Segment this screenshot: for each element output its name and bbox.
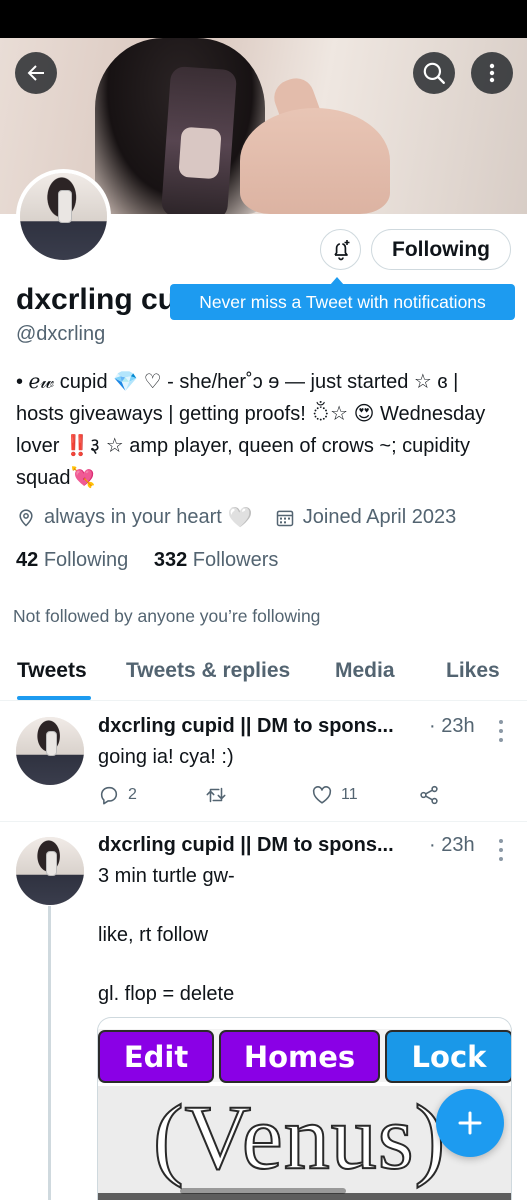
- compose-tweet-button[interactable]: [436, 1089, 504, 1157]
- tweet-actions: 2 11: [98, 784, 498, 808]
- location-pin-icon: [19, 508, 33, 527]
- banner-hand: [240, 108, 390, 214]
- tweet-avatar-phone: [45, 730, 57, 757]
- banner-phone-sticker: [178, 126, 222, 180]
- search-icon: [423, 62, 445, 84]
- heart-icon: [312, 786, 332, 804]
- tweet-divider: [0, 821, 527, 822]
- following-button[interactable]: Following: [371, 229, 511, 270]
- media-homes-label: Homes: [219, 1030, 380, 1083]
- following-label: Following: [43, 549, 129, 571]
- joined-date: Joined April 2023: [275, 506, 456, 529]
- profile-bio: • ℯ𝓌 cupid 💎 ♡ - she/her˚ↄ ɘ — just star…: [16, 371, 486, 489]
- media-bottom-strip: [98, 1193, 511, 1200]
- share-button[interactable]: [418, 784, 448, 806]
- tab-tweets-replies[interactable]: Tweets & replies: [126, 659, 290, 683]
- avatar-phone: [58, 190, 73, 224]
- tweet-avatar[interactable]: [16, 837, 84, 905]
- tweet-time: · 23h: [429, 715, 475, 737]
- profile-tabs: Tweets Tweets & replies Media Likes: [0, 640, 527, 701]
- active-tab-indicator: [17, 696, 91, 700]
- calendar-icon: [276, 510, 294, 526]
- tweet-text-line: gl. flop = delete: [98, 983, 235, 1005]
- reply-count: 2: [128, 786, 137, 803]
- tweet-text-line: 3 min turtle gw-: [98, 865, 235, 887]
- like-button[interactable]: 11: [311, 784, 358, 806]
- retweet-button[interactable]: [204, 784, 236, 806]
- like-count: 11: [341, 786, 358, 803]
- display-name: dxcrling cu: [16, 283, 177, 316]
- joined-text: Joined April 2023: [302, 506, 457, 528]
- followers-count: 332: [153, 549, 188, 571]
- location-emoji: 🤍: [227, 507, 253, 529]
- profile-handle: @dxcrling: [16, 323, 106, 345]
- tweet-author-name[interactable]: dxcrling cupid || DM to spons...: [98, 834, 394, 857]
- status-bar: [0, 0, 527, 38]
- thread-line: [48, 906, 51, 1200]
- media-lock-label: Lock: [385, 1030, 511, 1083]
- more-vertical-icon: [489, 63, 495, 83]
- tweet-text-line: like, rt follow: [98, 924, 209, 946]
- tab-media[interactable]: Media: [335, 659, 395, 683]
- location: always in your heart 🤍: [16, 505, 253, 530]
- reply-button[interactable]: 2: [98, 784, 137, 806]
- tweet-avatar-phone: [45, 850, 57, 877]
- back-button[interactable]: [15, 52, 57, 94]
- tab-likes[interactable]: Likes: [446, 659, 500, 683]
- tweet-author-name[interactable]: dxcrling cupid || DM to spons...: [98, 715, 394, 738]
- tweet-more-button[interactable]: [492, 839, 510, 861]
- followers-count-link[interactable]: 332 Followers: [154, 549, 279, 571]
- bell-plus-icon: [333, 239, 349, 260]
- media-venus-text: (Venus): [152, 1085, 447, 1189]
- tweet-time: · 23h: [429, 834, 475, 856]
- notifications-tooltip[interactable]: Never miss a Tweet with notifications: [170, 284, 515, 320]
- location-text: always in your heart: [44, 506, 222, 528]
- plus-icon: [458, 1111, 482, 1135]
- reply-icon: [100, 786, 118, 805]
- home-indicator[interactable]: [180, 1188, 346, 1194]
- profile-meta: always in your heart 🤍 Joined April 2023: [16, 505, 456, 530]
- tweet-avatar[interactable]: [16, 717, 84, 785]
- share-icon: [420, 785, 438, 805]
- tab-tweets[interactable]: Tweets: [17, 659, 87, 683]
- tweet-text: going ia! cya! :): [98, 746, 234, 768]
- more-options-button[interactable]: [471, 52, 513, 94]
- profile-avatar[interactable]: [16, 169, 111, 264]
- search-button[interactable]: [413, 52, 455, 94]
- not-followed-notice: Not followed by anyone you’re following: [13, 606, 321, 626]
- follow-counts: 42 Following 332 Followers: [16, 549, 278, 572]
- following-count: 42: [16, 549, 39, 571]
- followers-label: Followers: [192, 549, 279, 571]
- notifications-bell-button[interactable]: [320, 229, 361, 270]
- tweet-more-button[interactable]: [492, 720, 510, 742]
- following-count-link[interactable]: 42 Following: [16, 549, 128, 571]
- arrow-left-icon: [27, 65, 44, 81]
- retweet-icon: [206, 787, 226, 803]
- media-edit-label: Edit: [98, 1030, 214, 1083]
